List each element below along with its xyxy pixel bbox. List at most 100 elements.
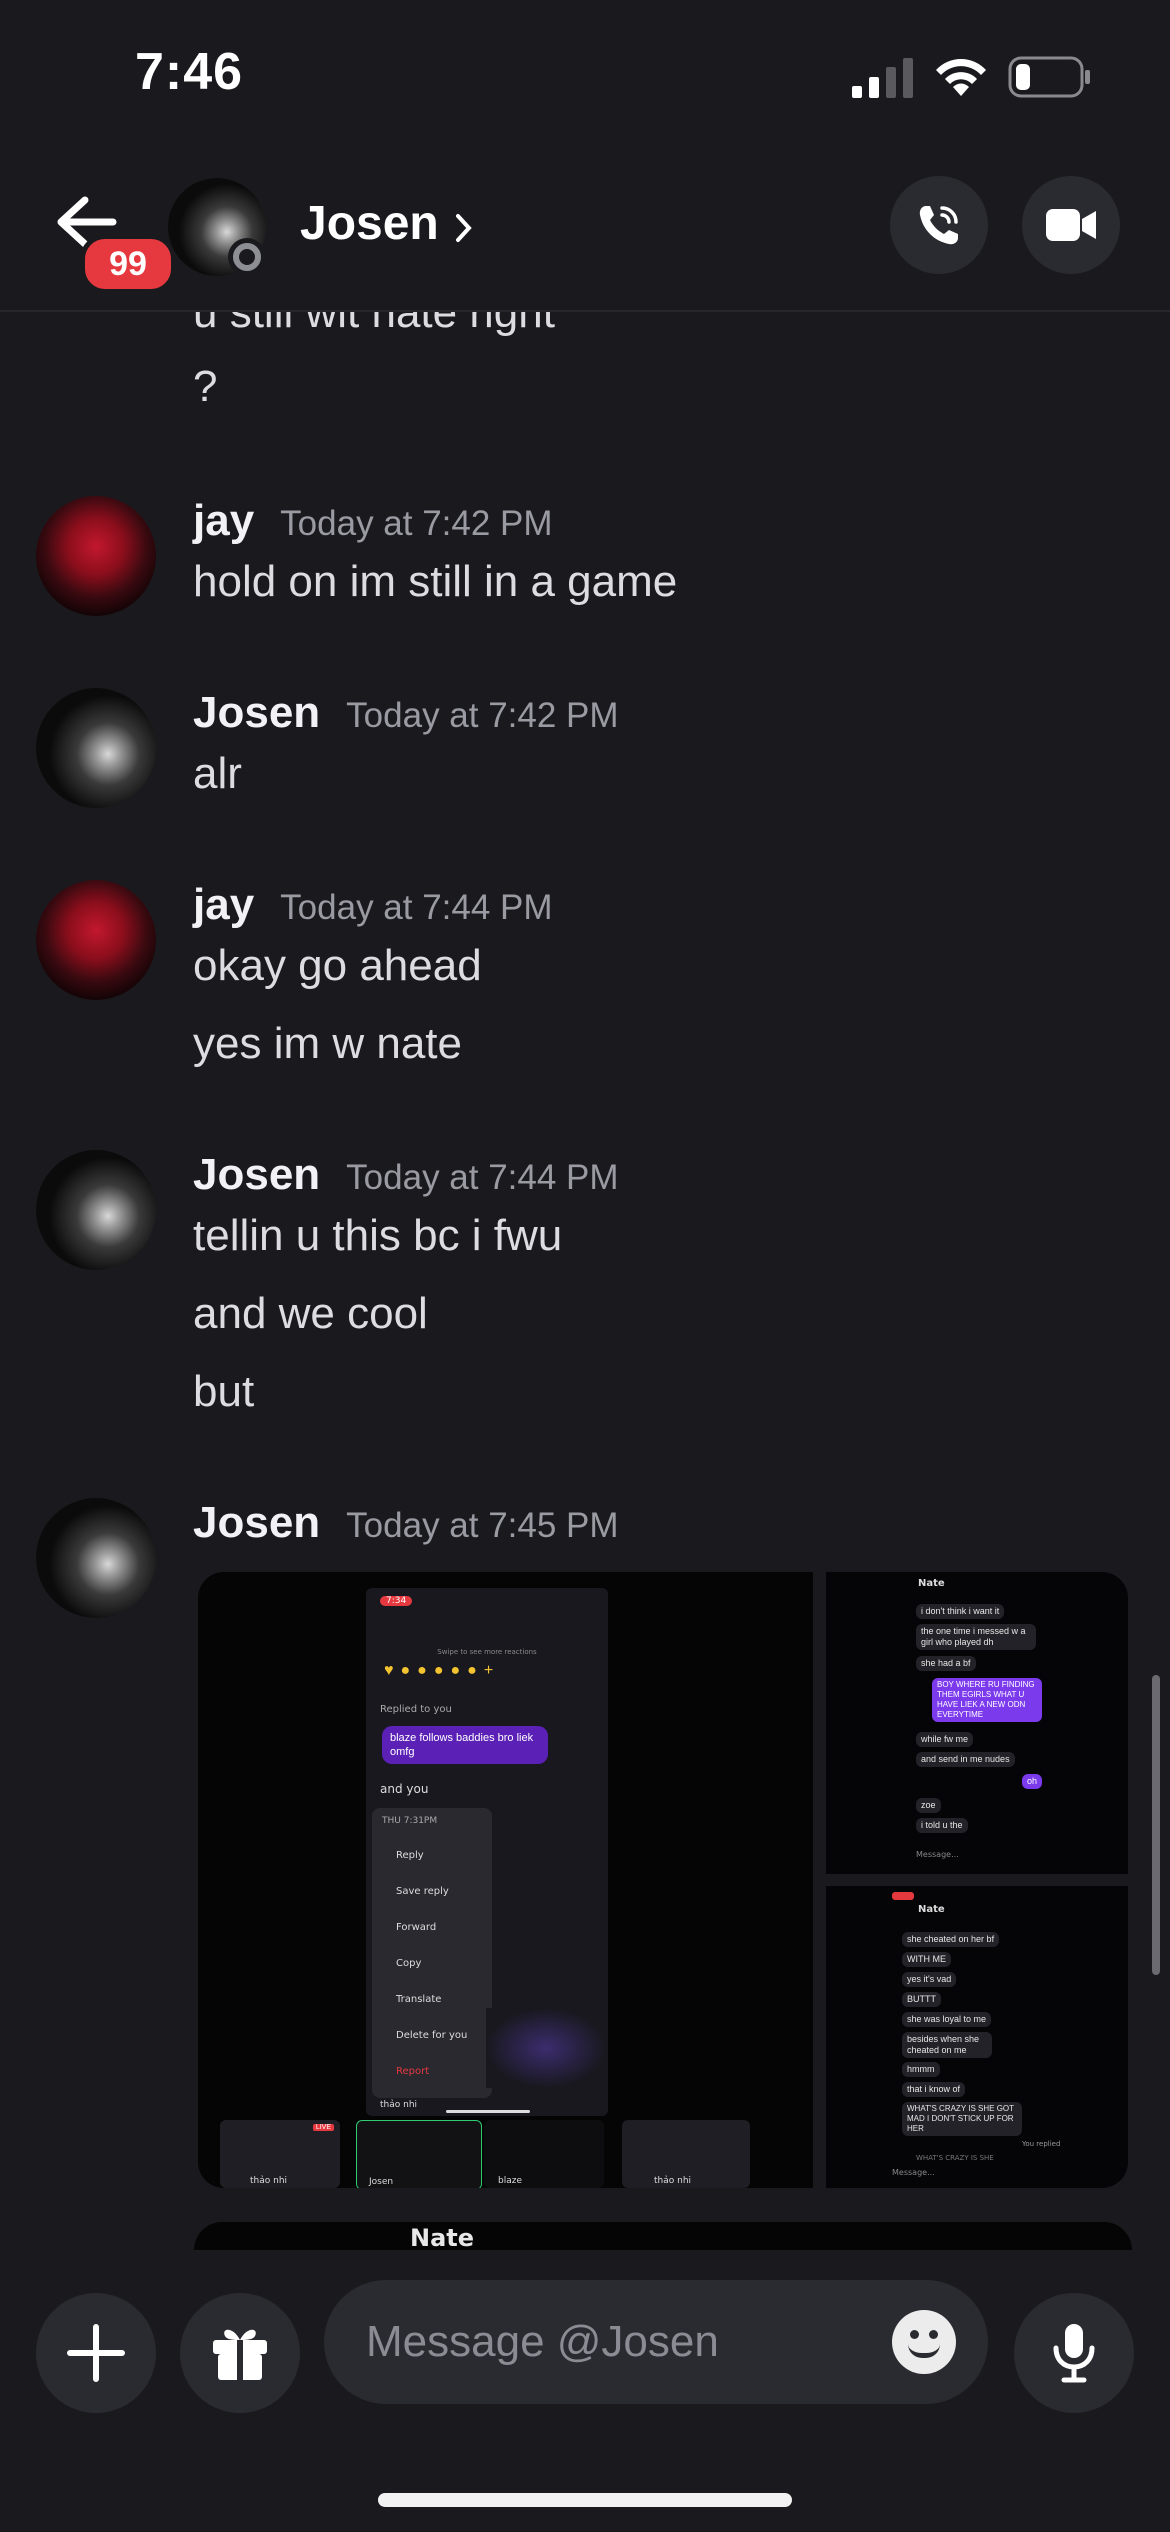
mini-home-bar — [446, 2110, 530, 2113]
message-line[interactable]: tellin u this bc i fwu — [193, 1211, 562, 1261]
mini-bubble: she was loyal to me — [902, 2012, 992, 2027]
scrollbar[interactable] — [1152, 1675, 1160, 1975]
mini-bubble: WITH ME — [902, 1952, 951, 1967]
microphone-icon — [1053, 2324, 1095, 2383]
status-time: 7:46 — [135, 43, 244, 101]
message-timestamp: Today at 7:44 PM — [346, 1158, 619, 1197]
status-offline-icon — [228, 238, 266, 276]
message-line[interactable]: alr — [193, 749, 242, 799]
message-timestamp: Today at 7:45 PM — [346, 1506, 619, 1545]
battery-icon — [1008, 56, 1090, 98]
add-attachment-button[interactable] — [36, 2293, 156, 2413]
video-call-button[interactable] — [1022, 176, 1120, 274]
message-input-placeholder: Message @Josen — [366, 2317, 719, 2366]
user-avatar[interactable] — [36, 688, 156, 808]
message-header: jay Today at 7:42 PM — [193, 496, 553, 546]
contact-name[interactable]: Josen — [300, 196, 439, 251]
image-attachment[interactable]: Nate she cheated on her bf WITH ME yes i… — [826, 1886, 1128, 2188]
mini-thumb-label: thảo nhi — [250, 2176, 288, 2186]
image-attachment[interactable]: Nate i don't think i want it the one tim… — [826, 1572, 1128, 1874]
phone-call-icon — [919, 206, 958, 245]
mini-bubble: oh — [1022, 1774, 1043, 1789]
image-attachment[interactable]: 7:34 Swipe to see more reactions ♥●●●●●+… — [198, 1572, 813, 2188]
wifi-icon — [936, 59, 986, 96]
mini-input: Message... — [916, 1850, 959, 1859]
gift-icon — [213, 2329, 267, 2380]
message-header: Josen Today at 7:44 PM — [193, 1150, 619, 1200]
phone-screenshot: 7:34 Swipe to see more reactions ♥●●●●●+… — [366, 1588, 608, 2116]
message-line[interactable]: okay go ahead — [193, 941, 482, 991]
user-avatar[interactable] — [36, 496, 156, 616]
mini-menu-item: Save reply — [396, 1886, 449, 1897]
mini-bubble: while fw me — [916, 1732, 974, 1747]
video-camera-icon — [1046, 209, 1096, 241]
message-timestamp: Today at 7:42 PM — [346, 696, 619, 735]
mini-replied: Replied to you — [380, 1704, 452, 1715]
mini-bubble: i don't think i want it — [916, 1604, 1005, 1619]
mini-replied-text: WHAT'S CRAZY IS SHE — [916, 2154, 994, 2162]
message-timestamp: Today at 7:44 PM — [280, 888, 553, 927]
author-name[interactable]: Josen — [193, 1150, 320, 1199]
home-indicator — [378, 2493, 792, 2507]
mini-bubble: and send in me nudes — [916, 1752, 1015, 1767]
mini-bottom-name: thảo nhi — [380, 2100, 418, 2110]
mini-live: LIVE — [312, 2124, 334, 2131]
plus-icon — [67, 2324, 125, 2382]
mini-bubble: WHAT'S CRAZY IS SHE GOT MAD I DON'T STIC… — [902, 2102, 1022, 2136]
message-line[interactable]: but — [193, 1367, 254, 1417]
mini-menu-header: THU 7:31PM — [382, 1816, 438, 1826]
gift-button[interactable] — [180, 2293, 300, 2413]
mini-menu-item: Delete for you — [396, 2030, 468, 2041]
mini-contact-name: Nate — [918, 1904, 945, 1915]
user-avatar[interactable] — [36, 880, 156, 1000]
mini-menu-item: Forward — [396, 1922, 437, 1933]
author-name[interactable]: Josen — [193, 688, 320, 737]
unread-badge: 99 — [80, 234, 176, 294]
message-timestamp: Today at 7:42 PM — [280, 504, 553, 543]
mini-glow — [486, 2008, 606, 2088]
mini-thumb: LIVE thảo nhi — [220, 2120, 340, 2188]
mini-replied: You replied — [1022, 2140, 1061, 2148]
mini-menu-item: Translate — [396, 1994, 442, 2005]
mini-bubble: zoe — [916, 1798, 941, 1813]
mini-bubble: yes it's vad — [902, 1972, 957, 1987]
message-line[interactable]: and we cool — [193, 1289, 428, 1339]
mini-menu-item: Reply — [396, 1850, 424, 1861]
mini-bubble: that i know of — [902, 2082, 966, 2097]
message-input[interactable]: Message @Josen — [324, 2280, 988, 2404]
mini-and-you: and you — [380, 1782, 429, 1796]
user-avatar[interactable] — [36, 1498, 156, 1618]
mini-thumb: thảo nhi — [622, 2120, 750, 2188]
mini-reply-bubble: blaze follows baddies bro liek omfg — [382, 1726, 548, 1764]
mini-bubble: hmmm — [902, 2062, 940, 2077]
mini-input: Message... — [892, 2168, 935, 2177]
user-avatar[interactable] — [36, 1150, 156, 1270]
mini-bubble: BOY WHERE RU FINDING THEM EGIRLS WHAT U … — [932, 1678, 1042, 1722]
message-line[interactable]: hold on im still in a game — [193, 557, 677, 607]
reaction-emojis: ♥●●●●●+ — [384, 1662, 501, 1679]
mini-thumb: blaze — [484, 2120, 604, 2188]
mini-thumb-label: blaze — [498, 2176, 522, 2186]
chevron-right-icon[interactable] — [454, 212, 474, 244]
mini-bubble: besides when she cheated on me — [902, 2032, 992, 2058]
voice-message-button[interactable] — [1014, 2293, 1134, 2413]
mini-bubble: the one time i messed w a girl who playe… — [916, 1624, 1036, 1650]
message-line[interactable]: ? — [193, 362, 217, 412]
message-line[interactable]: yes im w nate — [193, 1019, 462, 1069]
mini-contact-name: Nate — [410, 2224, 475, 2252]
message-header: Josen Today at 7:42 PM — [193, 688, 619, 738]
mini-context-menu: THU 7:31PM Reply Save reply Forward Copy… — [372, 1808, 492, 2098]
author-name[interactable]: Josen — [193, 1498, 320, 1547]
author-name[interactable]: jay — [193, 880, 254, 929]
voice-call-button[interactable] — [890, 176, 988, 274]
mini-contact-name: Nate — [918, 1578, 945, 1589]
header-divider — [0, 310, 1170, 312]
author-name[interactable]: jay — [193, 496, 254, 545]
mini-hint: Swipe to see more reactions — [437, 1648, 537, 1656]
mini-thumb-label: thảo nhi — [654, 2176, 692, 2186]
mini-menu-item: Report — [396, 2066, 430, 2077]
emoji-icon[interactable] — [892, 2310, 956, 2374]
mini-bubble: BUTTT — [902, 1992, 941, 2007]
mini-thumb-label: Josen — [369, 2177, 394, 2187]
mini-menu-item: Copy — [396, 1958, 422, 1969]
